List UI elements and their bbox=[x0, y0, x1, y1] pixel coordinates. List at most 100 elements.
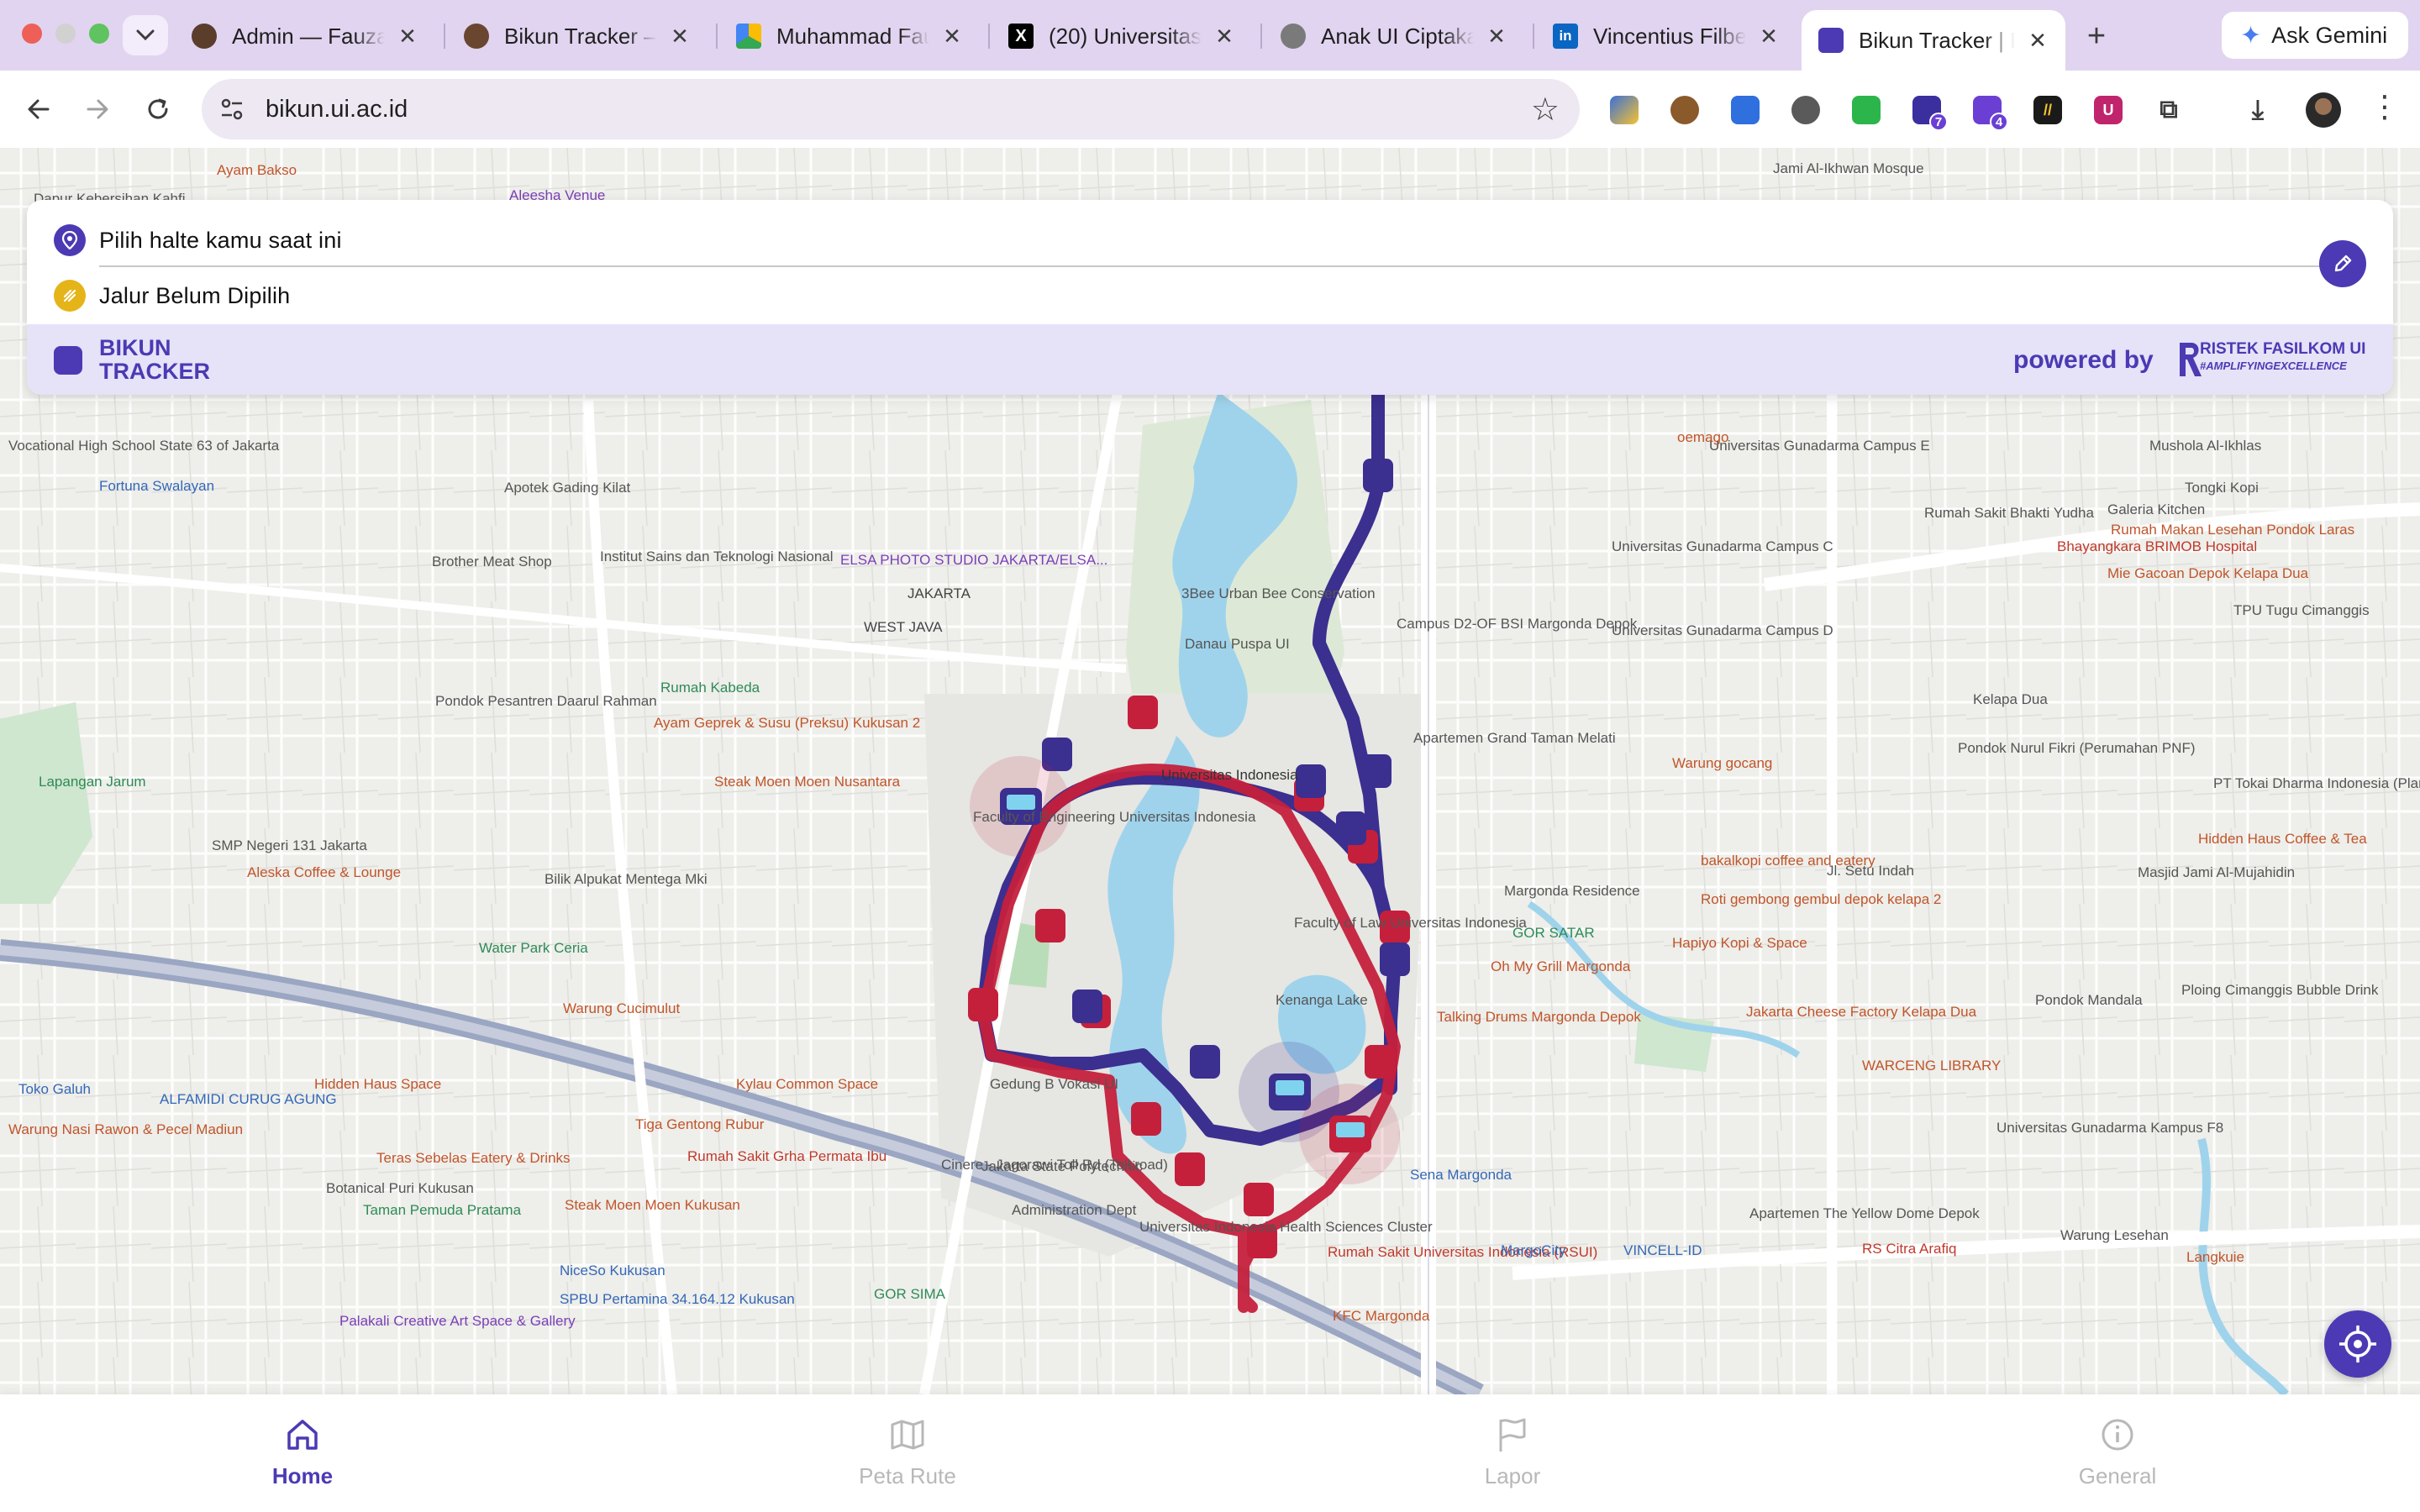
map-place-label[interactable]: Universitas Indonesia bbox=[1161, 767, 1298, 783]
map-place-label[interactable]: SPBU Pertamina 34.164.12 Kukusan bbox=[560, 1291, 795, 1307]
tab-close-icon[interactable]: ✕ bbox=[1213, 24, 1235, 50]
map-place-label[interactable]: Aleska Coffee & Lounge bbox=[247, 864, 401, 880]
tab-close-icon[interactable]: ✕ bbox=[1758, 24, 1780, 50]
map-place-label[interactable]: Botanical Puri Kukusan bbox=[326, 1180, 474, 1196]
map-place-label[interactable]: Universitas Gunadarma Campus C bbox=[1612, 538, 1833, 554]
map-place-label[interactable]: Pondok Mandala bbox=[2035, 992, 2143, 1008]
map-place-label[interactable]: Galeria Kitchen bbox=[2107, 501, 2205, 517]
extension-icon[interactable] bbox=[1791, 96, 1820, 124]
window-maximize-button[interactable] bbox=[89, 24, 109, 44]
map-place-label[interactable]: Talking Drums Margonda Depok bbox=[1437, 1009, 1641, 1025]
map-place-label[interactable]: Toko Galuh bbox=[18, 1081, 91, 1097]
bus-stop-marker[interactable] bbox=[1131, 1102, 1161, 1136]
map-place-label[interactable]: Kelapa Dua bbox=[1973, 691, 2048, 707]
extension-icon[interactable]: 7 bbox=[1912, 96, 1948, 131]
route-selector[interactable]: Jalur Belum Dipilih bbox=[27, 269, 2296, 323]
bus-stop-marker[interactable] bbox=[1296, 764, 1326, 798]
map-place-label[interactable]: Oh My Grill Margonda bbox=[1491, 958, 1631, 974]
map-place-label[interactable]: VINCELL-ID bbox=[1623, 1242, 1702, 1258]
tab-drive[interactable]: Muhammad Fauzan ✕ bbox=[719, 12, 980, 60]
map-place-label[interactable]: PT Tokai Dharma Indonesia (Plant II) bbox=[2213, 775, 2420, 791]
map-place-label[interactable]: ELSA PHOTO STUDIO JAKARTA/ELSA... bbox=[840, 552, 1107, 568]
map-place-label[interactable]: Vocational High School State 63 of Jakar… bbox=[8, 438, 280, 454]
tab-x[interactable]: X (20) Universitas ✕ bbox=[992, 12, 1252, 60]
map-place-label[interactable]: Masjid Jami Al-Mujahidin bbox=[2138, 864, 2295, 880]
map-place-label[interactable]: Faculty of Law Universitas Indonesia bbox=[1294, 915, 1527, 931]
map-place-label[interactable]: Fortuna Swalayan bbox=[99, 478, 214, 494]
ask-gemini-button[interactable]: ✦ Ask Gemini bbox=[2222, 12, 2408, 59]
tab-bikun-active[interactable]: Bikun Tracker | B ✕ bbox=[1802, 10, 2065, 71]
tab-close-icon[interactable]: ✕ bbox=[941, 24, 963, 50]
map-place-label[interactable]: Warung Cucimulut bbox=[563, 1000, 680, 1016]
map-place-label[interactable]: Steak Moen Moen Kukusan bbox=[565, 1197, 740, 1213]
bus-stop-marker[interactable] bbox=[1072, 990, 1102, 1023]
map-place-label[interactable]: Rumah Makan Lesehan Pondok Laras bbox=[2111, 522, 2354, 538]
shield-extension-icon[interactable]: U bbox=[2094, 96, 2123, 124]
map-place-label[interactable]: 3Bee Urban Bee Conservation bbox=[1181, 585, 1376, 601]
map-place-label[interactable]: Universitas Gunadarma Campus E bbox=[1709, 438, 1930, 454]
extension-icon[interactable]: 4 bbox=[1973, 96, 2008, 131]
locate-me-button[interactable] bbox=[2324, 1310, 2391, 1378]
map-place-label[interactable]: Hapiyo Kopi & Space bbox=[1672, 935, 1807, 951]
map-place-label[interactable]: Ayam Geprek & Susu (Preksu) Kukusan 2 bbox=[654, 715, 920, 731]
map-place-label[interactable]: ALFAMIDI CURUG AGUNG bbox=[160, 1091, 337, 1107]
bus-stop-marker[interactable] bbox=[1035, 909, 1065, 942]
puzzle-extensions-icon[interactable]: ⧉ bbox=[2154, 96, 2183, 124]
cookie-extension-icon[interactable] bbox=[1670, 96, 1699, 124]
map-place-label[interactable]: Pondok Nurul Fikri (Perumahan PNF) bbox=[1958, 740, 2195, 756]
map-place-label[interactable]: Pondok Pesantren Daarul Rahman bbox=[435, 693, 657, 709]
bus-stop-marker[interactable] bbox=[1363, 459, 1393, 492]
map-place-label[interactable]: Apartemen The Yellow Dome Depok bbox=[1749, 1205, 1980, 1221]
back-button[interactable] bbox=[18, 89, 59, 129]
map-place-label[interactable]: Universitas Indonesia Health Sciences Cl… bbox=[1139, 1219, 1433, 1235]
map-place-label[interactable]: GOR SIMA bbox=[874, 1286, 946, 1302]
tab-linkedin[interactable]: in Vincentius Filbert ✕ bbox=[1536, 12, 1797, 60]
window-minimize-button[interactable] bbox=[55, 24, 76, 44]
bus-stop-marker[interactable] bbox=[1380, 942, 1410, 976]
menu-kebab-icon[interactable]: ⋮ bbox=[2370, 89, 2400, 124]
map-place-label[interactable]: Jami Al-Ikhwan Mosque bbox=[1773, 160, 1924, 176]
bus-stop-marker[interactable] bbox=[1190, 1045, 1220, 1079]
map-place-label[interactable]: Apotek Gading Kilat bbox=[504, 480, 631, 496]
map-place-label[interactable]: Warung gocang bbox=[1672, 755, 1772, 771]
tab-close-icon[interactable]: ✕ bbox=[2027, 28, 2049, 54]
map-place-label[interactable]: Teras Sebelas Eatery & Drinks bbox=[376, 1150, 571, 1166]
map-place-label[interactable]: Water Park Ceria bbox=[479, 940, 588, 956]
map-place-label[interactable]: Cinere - Jagorawi Toll Rd (Toll road) bbox=[941, 1157, 1168, 1173]
new-tab-button[interactable]: + bbox=[2077, 17, 2116, 55]
window-close-button[interactable] bbox=[22, 24, 42, 44]
profile-avatar[interactable] bbox=[2306, 92, 2341, 128]
tab-admin[interactable]: Admin — Fauzan ✕ bbox=[175, 12, 435, 60]
nav-general[interactable]: General bbox=[1991, 1394, 2244, 1512]
download-icon[interactable]: ⤓ bbox=[2244, 94, 2272, 124]
map-place-label[interactable]: Universitas Gunadarma Kampus F8 bbox=[1996, 1120, 2223, 1136]
map-place-label[interactable]: Bilik Alpukat Mentega Mki bbox=[544, 871, 708, 887]
extension-icon[interactable] bbox=[1610, 96, 1639, 124]
map-place-label[interactable]: RS Citra Arafiq bbox=[1862, 1241, 1956, 1257]
tab-anak-ui[interactable]: Anak UI Ciptakan ✕ bbox=[1264, 12, 1524, 60]
map-place-label[interactable]: Apartemen Grand Taman Melati bbox=[1413, 730, 1616, 746]
nav-peta-rute[interactable]: Peta Rute bbox=[781, 1394, 1034, 1512]
bookmark-star-icon[interactable]: ☆ bbox=[1531, 91, 1560, 129]
tab-search-button[interactable] bbox=[123, 15, 168, 55]
map-place-label[interactable]: GOR SATAR bbox=[1512, 925, 1595, 941]
map-place-label[interactable]: Administration Dept bbox=[1012, 1202, 1137, 1218]
bus-stop-marker[interactable] bbox=[1361, 754, 1392, 788]
map-place-label[interactable]: Brother Meat Shop bbox=[432, 554, 552, 570]
map-place-label[interactable]: Sena Margonda bbox=[1410, 1167, 1512, 1183]
map-place-label[interactable]: Danau Puspa UI bbox=[1185, 636, 1290, 652]
map-place-label[interactable]: Warung Lesehan bbox=[2060, 1227, 2169, 1243]
map-place-label[interactable]: Warung Nasi Rawon & Pecel Madiun bbox=[8, 1121, 243, 1137]
map-place-label[interactable]: Ploing Cimanggis Bubble Drink bbox=[2181, 982, 2379, 998]
map-place-label[interactable]: Palakali Creative Art Space & Gallery bbox=[339, 1313, 576, 1329]
edit-route-button[interactable] bbox=[2319, 240, 2366, 287]
map-place-label[interactable]: Hidden Haus Space bbox=[314, 1076, 441, 1092]
tab-close-icon[interactable]: ✕ bbox=[1486, 24, 1507, 50]
map-place-label[interactable]: MargoCity bbox=[1501, 1242, 1566, 1258]
current-stop-selector[interactable]: Pilih halte kamu saat ini bbox=[27, 213, 2296, 267]
map-place-label[interactable]: WEST JAVA bbox=[864, 619, 943, 635]
reload-button[interactable] bbox=[138, 89, 178, 129]
extension-icon[interactable] bbox=[1852, 96, 1881, 124]
map-place-label[interactable]: Lapangan Jarum bbox=[39, 774, 146, 790]
map-place-label[interactable]: Steak Moen Moen Nusantara bbox=[714, 774, 901, 790]
